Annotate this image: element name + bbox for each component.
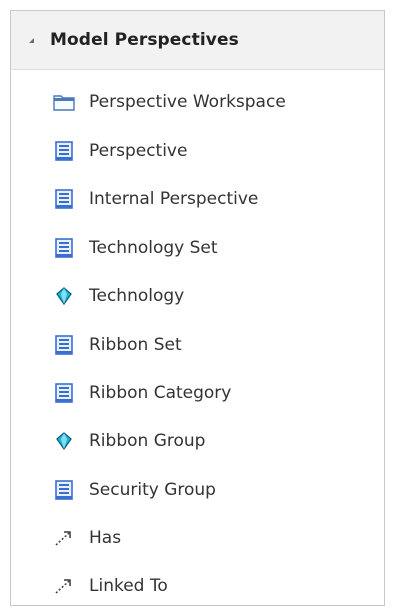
toolbox-item-label: Technology — [89, 286, 185, 306]
connector-icon — [53, 575, 75, 597]
toolbox-item-label: Technology Set — [89, 238, 218, 258]
folder-icon — [53, 91, 75, 113]
toolbox-item-label: Has — [89, 528, 122, 548]
toolbox-item-perspective-workspace[interactable]: Perspective Workspace — [11, 79, 384, 125]
toolbox-item-technology-set[interactable]: Technology Set — [11, 225, 384, 271]
document-icon — [53, 237, 75, 259]
toolbox-item-label: Ribbon Category — [89, 383, 232, 403]
document-icon — [53, 479, 75, 501]
gem-icon — [53, 285, 75, 307]
toolbox-item-ribbon-group[interactable]: Ribbon Group — [11, 418, 384, 464]
document-icon — [53, 140, 75, 162]
gem-icon — [53, 430, 75, 452]
toolbox-item-internal-perspective[interactable]: Internal Perspective — [11, 176, 384, 222]
toolbox-item-ribbon-set[interactable]: Ribbon Set — [11, 322, 384, 368]
toolbox-item-has[interactable]: Has — [11, 515, 384, 561]
toolbox-item-label: Linked To — [89, 576, 168, 596]
section-header[interactable]: Model Perspectives — [11, 11, 384, 70]
toolbox-panel: Model Perspectives Perspective Workspace… — [10, 10, 385, 606]
toolbox-item-ribbon-category[interactable]: Ribbon Category — [11, 370, 384, 416]
section-title: Model Perspectives — [50, 30, 239, 50]
collapse-arrow-icon[interactable] — [29, 37, 34, 43]
document-icon — [53, 334, 75, 356]
toolbox-item-perspective[interactable]: Perspective — [11, 128, 384, 174]
toolbox-item-label: Security Group — [89, 480, 216, 500]
toolbox-item-linked-to[interactable]: Linked To — [11, 563, 384, 609]
toolbox-item-security-group[interactable]: Security Group — [11, 467, 384, 513]
connector-icon — [53, 527, 75, 549]
toolbox-item-label: Perspective Workspace — [89, 92, 286, 112]
document-icon — [53, 382, 75, 404]
toolbox-item-label: Perspective — [89, 141, 188, 161]
toolbox-item-label: Ribbon Group — [89, 431, 206, 451]
toolbox-item-label: Ribbon Set — [89, 335, 182, 355]
toolbox-item-label: Internal Perspective — [89, 189, 259, 209]
toolbox-item-technology[interactable]: Technology — [11, 273, 384, 319]
document-icon — [53, 188, 75, 210]
